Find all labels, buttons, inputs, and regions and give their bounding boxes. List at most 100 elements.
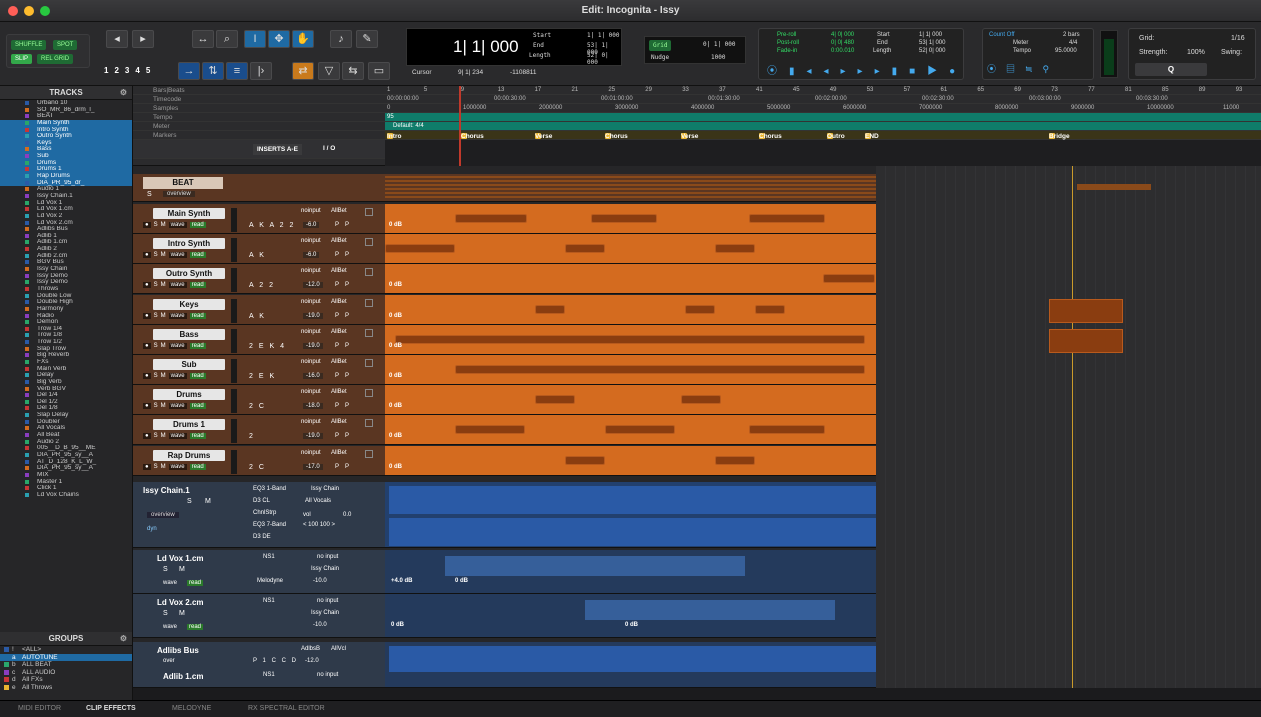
vocal-insert[interactable]: NS1 (263, 554, 275, 560)
vocal-solo[interactable]: S (163, 566, 168, 573)
strength-value[interactable]: 100% (1187, 49, 1205, 56)
track-list-item[interactable]: Slap Delay (0, 412, 132, 419)
audio-clip[interactable] (455, 214, 527, 223)
track-output-selector[interactable]: AllBet (331, 389, 347, 395)
audio-track-header[interactable]: Keys ● S Mwave read A Knoinput AllBet -19.0 P P (133, 294, 385, 325)
track-list-item[interactable]: DIA_PR_95_sy__A (0, 452, 132, 459)
mute-button[interactable]: M (161, 343, 166, 349)
track-inserts[interactable]: 2 C (249, 464, 266, 471)
audio-clip[interactable] (823, 274, 875, 284)
vocal-output[interactable]: Issy Chain (311, 610, 339, 616)
quantize-button[interactable]: Q (1135, 63, 1207, 76)
timecode-ruler-label[interactable]: Timecode (133, 95, 385, 104)
track-volume[interactable]: -12.0 (303, 282, 323, 289)
track-input-selector[interactable]: noinput (301, 208, 321, 214)
track-list-item[interactable]: Del 1/2 (0, 399, 132, 406)
track-input-selector[interactable]: noinput (301, 419, 321, 425)
rel-grid-mode-button[interactable]: REL GRID (37, 54, 74, 64)
track-output-selector[interactable]: AllBet (331, 299, 347, 305)
track-list-item[interactable]: DIA_PR_95_sy__A (0, 465, 132, 472)
tab-transient-icon[interactable]: |› (250, 62, 272, 80)
tempo-value[interactable]: 95.0000 (1055, 48, 1077, 54)
group-item[interactable]: ! <ALL> (0, 646, 132, 654)
record-enable-button[interactable]: ● (143, 403, 151, 410)
bridge-clip[interactable] (1049, 298, 1123, 323)
mute-button[interactable]: M (161, 403, 166, 409)
automation-mode[interactable]: read (189, 312, 206, 319)
markers-ruler-label[interactable]: Markers (133, 131, 385, 140)
mute-button[interactable]: M (161, 252, 166, 258)
folder-bridge-clip[interactable] (1077, 184, 1151, 190)
track-inserts[interactable]: A K (249, 252, 266, 259)
record-enable-button[interactable]: ● (143, 373, 151, 379)
pan-p-right[interactable]: P (345, 252, 349, 258)
mute-button[interactable]: M (161, 282, 166, 288)
sel-length-value[interactable]: 52| 0| 000 (919, 48, 945, 54)
track-list-item[interactable]: Big Reverb (0, 352, 132, 359)
audio-clip[interactable] (591, 214, 657, 223)
view-selector[interactable]: wave (168, 222, 187, 228)
track-list-item[interactable]: Audio 1 (0, 186, 132, 193)
track-list-item[interactable]: Demon (0, 319, 132, 326)
track-inserts[interactable]: 2 C (249, 403, 266, 410)
zoomer-tool-icon[interactable]: ⌕ (216, 30, 238, 48)
track-input-selector[interactable]: noinput (301, 268, 321, 274)
audio-track-lane[interactable]: 0 dB (385, 324, 876, 355)
aux-view-selector[interactable]: overview (147, 512, 179, 518)
track-output-window-icon[interactable] (365, 208, 373, 216)
automation-mode[interactable]: read (189, 342, 206, 349)
group-item[interactable]: e All Throws (0, 684, 132, 692)
audio-track-lane[interactable] (385, 234, 876, 265)
clip-gain-label[interactable]: 0 dB (389, 403, 402, 409)
folder-view-selector[interactable]: overview (163, 191, 195, 197)
record-enable-button[interactable]: ● (143, 463, 151, 470)
view-selector[interactable]: wave (168, 403, 187, 410)
nudge-label[interactable]: Nudge (651, 54, 669, 61)
countoff-value[interactable]: 2 bars (1063, 32, 1080, 38)
pan-p-right[interactable]: P (345, 222, 349, 228)
track-input-selector[interactable]: noinput (301, 359, 321, 365)
aux-clip-top[interactable] (389, 486, 876, 514)
solo-button[interactable]: S (154, 464, 158, 470)
audio-track-lane[interactable]: 0 dB (385, 264, 876, 295)
fadein-value[interactable]: 0:00.010 (831, 48, 854, 54)
next-track-name[interactable]: Adlib 1.cm (163, 672, 203, 681)
io-column-header[interactable]: I / O (323, 144, 335, 153)
vocal-insert-2[interactable]: Melodyne (257, 578, 283, 584)
universe-icon[interactable]: ▭ (368, 62, 390, 80)
track-name[interactable]: Outro Synth (153, 268, 225, 280)
mirror-midi-icon[interactable]: ⇄ (292, 62, 314, 80)
track-list-item[interactable]: Issy Chain.1 (0, 193, 132, 200)
vocal-output[interactable]: Issy Chain (311, 566, 339, 572)
empty-timeline-area[interactable] (876, 166, 1261, 688)
vocal-clip-gain-2[interactable]: 0 dB (455, 578, 468, 584)
audio-clip[interactable] (535, 304, 565, 314)
sel-end-value[interactable]: 53| 1| 000 (919, 40, 945, 46)
record-enable-button[interactable]: ● (143, 342, 151, 349)
track-list-item[interactable]: Doubler (0, 419, 132, 426)
aux-insert-2[interactable]: D3 CL (253, 498, 270, 504)
vocal-view[interactable]: wave (163, 624, 177, 630)
track-list-item[interactable]: Audio 2 (0, 439, 132, 446)
view-selector[interactable]: wave (168, 433, 187, 440)
tempo-ruler[interactable]: 95 (385, 113, 1261, 122)
track-input-selector[interactable]: noinput (301, 238, 321, 244)
track-list-item[interactable]: Issy Demo (0, 273, 132, 280)
track-list-item[interactable]: Ld Vox Chains (0, 492, 132, 499)
spot-mode-button[interactable]: SPOT (53, 40, 78, 50)
folder-solo-mute[interactable]: S (147, 191, 152, 198)
track-list-item[interactable]: Sub (0, 153, 132, 160)
track-inserts[interactable]: 2 E K (249, 373, 276, 380)
track-list-item[interactable]: Main Verb (0, 366, 132, 373)
pan-p-left[interactable]: P (335, 282, 339, 288)
zoom-out-icon[interactable]: ◂ (106, 30, 128, 48)
audio-clip[interactable] (715, 455, 755, 465)
track-volume[interactable]: -19.0 (303, 312, 323, 319)
aux-track-name[interactable]: Issy Chain.1 (143, 486, 190, 495)
vocal-track-header[interactable]: Ld Vox 1.cm S Mwave read NS1 Melodyne no input… (133, 550, 385, 594)
track-list-item[interactable]: Issy Chain (0, 266, 132, 273)
clip-gain-label[interactable]: 0 dB (389, 433, 402, 439)
track-name[interactable]: Keys (153, 298, 225, 310)
track-list-item[interactable]: Intro Synth (0, 126, 132, 134)
track-list-item[interactable]: Verb BGV (0, 386, 132, 393)
